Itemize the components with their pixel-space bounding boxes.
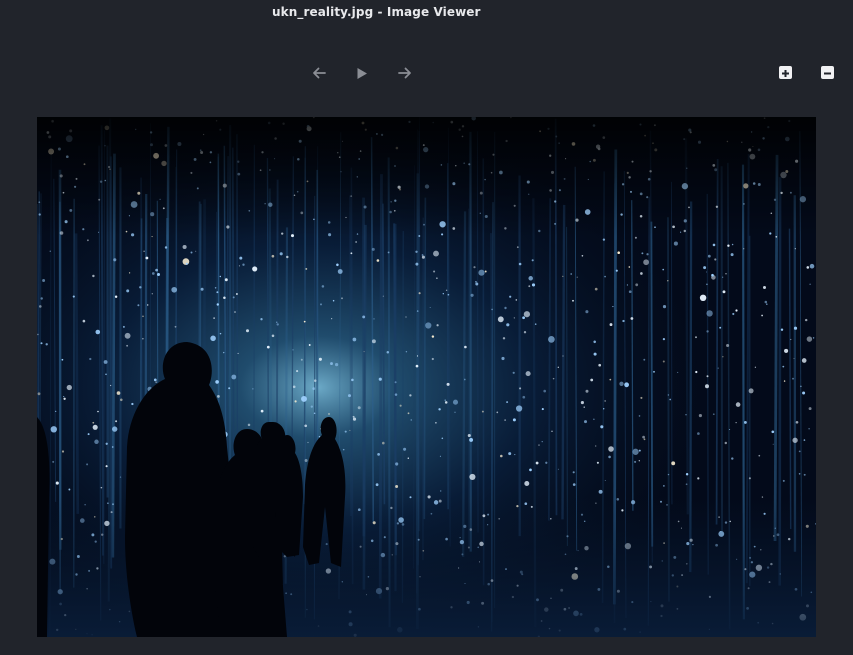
title-bar: ukn_reality.jpg - Image Viewer [0, 0, 853, 30]
window-title: ukn_reality.jpg - Image Viewer [272, 5, 481, 19]
minus-square-icon [823, 63, 832, 82]
previous-image-button[interactable] [308, 63, 330, 83]
image-canvas[interactable] [37, 117, 816, 637]
next-image-button[interactable] [394, 63, 416, 83]
toolbar [0, 55, 853, 91]
play-icon [356, 67, 368, 80]
plus-square-icon [781, 63, 790, 82]
arrow-right-icon [398, 67, 412, 79]
play-slideshow-button[interactable] [351, 63, 373, 83]
displayed-image [37, 117, 816, 637]
zoom-out-button[interactable] [821, 66, 834, 79]
zoom-in-button[interactable] [779, 66, 792, 79]
arrow-left-icon [312, 67, 326, 79]
